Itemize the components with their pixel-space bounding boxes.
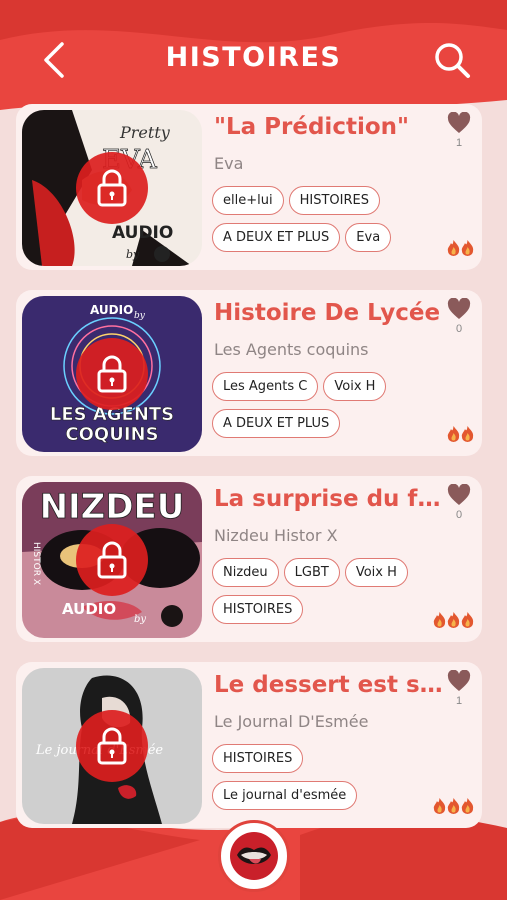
lips-logo-icon <box>230 832 278 880</box>
story-cover: Pretty EVA AUDIO by <box>22 110 202 266</box>
flame-icon <box>447 798 460 814</box>
like-button[interactable]: 0 <box>444 297 474 335</box>
heart-icon <box>447 297 471 319</box>
tag-chip[interactable]: HISTOIRES <box>212 595 304 624</box>
cover-audio-text: AUDIO <box>112 223 173 243</box>
heart-icon <box>447 483 471 505</box>
tag-chip[interactable]: A DEUX ET PLUS <box>212 409 341 438</box>
story-author: Nizdeu Histor X <box>214 526 338 545</box>
player-button[interactable] <box>218 820 290 892</box>
like-button[interactable]: 1 <box>444 669 474 707</box>
flame-icon <box>461 240 474 256</box>
cover-title-line2: COQUINS <box>65 424 158 445</box>
flame-icon <box>461 798 474 814</box>
cover-vertical-text: HISTOR X <box>31 542 41 585</box>
tag-chip[interactable]: Le journal d'esmée <box>212 781 358 810</box>
cover-by-text: by <box>134 614 146 625</box>
tag-chip[interactable]: A DEUX ET PLUS <box>212 223 341 252</box>
story-title[interactable]: "La Prédiction" <box>214 114 444 140</box>
cover-audio-text: AUDIO <box>62 600 116 618</box>
tag-list: HISTOIRES Le journal d'esmée <box>212 744 438 810</box>
cover-script-text: Pretty <box>119 123 171 142</box>
tag-chip[interactable]: elle+lui <box>212 186 284 215</box>
like-button[interactable]: 0 <box>444 483 474 521</box>
story-title[interactable]: Histoire De Lycée <box>214 300 444 326</box>
lock-icon <box>76 152 148 224</box>
search-icon <box>435 43 470 78</box>
cover-title-text: NIZDEU <box>40 487 185 527</box>
tag-list: elle+lui HISTOIRES A DEUX ET PLUS Eva <box>212 186 438 252</box>
cover-audio-text: AUDIO <box>90 303 133 317</box>
story-card[interactable]: Pretty EVA AUDIO by "La Prédiction" Eva … <box>16 104 482 270</box>
flame-icon <box>447 240 460 256</box>
tag-chip[interactable]: LGBT <box>283 558 340 587</box>
story-cover: AUDIO by LES AGENTS COQUINS <box>22 296 202 452</box>
cover-by-text: by <box>126 248 140 261</box>
story-author: Eva <box>214 154 244 173</box>
story-cover: Le journal d'Esmée <box>22 668 202 824</box>
story-cover: NIZDEU HISTOR X AUDIO by <box>22 482 202 638</box>
app-header: HISTOIRES <box>0 0 507 110</box>
story-card[interactable]: Le journal d'Esmée Le dessert est se... … <box>16 662 482 828</box>
flame-icon <box>461 612 474 628</box>
lock-icon <box>76 710 148 782</box>
intensity-flames <box>433 612 474 628</box>
like-count: 0 <box>455 509 463 521</box>
like-count: 0 <box>455 323 463 335</box>
story-author: Les Agents coquins <box>214 340 369 359</box>
like-count: 1 <box>455 695 463 707</box>
tag-chip[interactable]: Voix H <box>344 558 408 587</box>
tag-list: Nizdeu LGBT Voix H HISTOIRES <box>212 558 438 624</box>
like-count: 1 <box>455 137 463 149</box>
story-card[interactable]: AUDIO by LES AGENTS COQUINS Histoire De … <box>16 290 482 456</box>
story-card[interactable]: NIZDEU HISTOR X AUDIO by La surprise du … <box>16 476 482 642</box>
flame-icon <box>447 612 460 628</box>
heart-icon <box>447 111 471 133</box>
tag-list: Les Agents C Voix H A DEUX ET PLUS <box>212 372 438 438</box>
intensity-flames <box>447 426 474 442</box>
intensity-flames <box>433 798 474 814</box>
tag-chip[interactable]: Eva <box>345 223 392 252</box>
lock-icon <box>76 338 148 410</box>
story-author: Le Journal D'Esmée <box>214 712 369 731</box>
story-title[interactable]: Le dessert est se... <box>214 672 444 698</box>
tag-chip[interactable]: Voix H <box>323 372 387 401</box>
tag-chip[interactable]: HISTOIRES <box>212 744 304 773</box>
flame-icon <box>447 426 460 442</box>
heart-icon <box>447 669 471 691</box>
tag-chip[interactable]: Nizdeu <box>212 558 279 587</box>
cover-by-text: by <box>134 311 146 321</box>
intensity-flames <box>447 240 474 256</box>
tag-chip[interactable]: Les Agents C <box>212 372 319 401</box>
tag-chip[interactable]: HISTOIRES <box>288 186 380 215</box>
like-button[interactable]: 1 <box>444 111 474 149</box>
flame-icon <box>433 798 446 814</box>
search-button[interactable] <box>430 38 474 82</box>
story-title[interactable]: La surprise du fa... <box>214 486 444 512</box>
lock-icon <box>76 524 148 596</box>
flame-icon <box>461 426 474 442</box>
flame-icon <box>433 612 446 628</box>
